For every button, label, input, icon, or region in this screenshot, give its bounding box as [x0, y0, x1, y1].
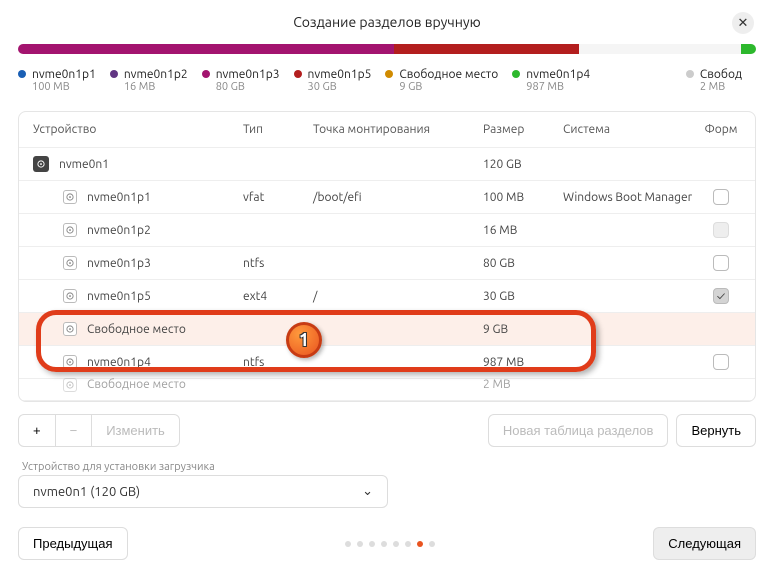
window-title: Создание разделов вручную — [293, 14, 481, 30]
fs-type: vfat — [243, 191, 313, 204]
next-button[interactable]: Следующая — [653, 527, 756, 560]
table-row[interactable]: nvme0n1p5 ext4/30 GB ✓ — [19, 280, 755, 313]
col-system: Система — [563, 123, 701, 136]
bootloader-section: Устройство для установки загрузчика nvme… — [18, 461, 756, 508]
fs-type: ntfs — [243, 257, 313, 270]
change-partition-button[interactable]: Изменить — [91, 414, 180, 447]
step-dots — [128, 541, 654, 547]
mount-point: /boot/efi — [313, 191, 483, 204]
size: 987 MB — [483, 356, 563, 369]
legend-item: nvme0n1p1100 MB — [18, 68, 110, 93]
table-header: Устройство Тип Точка монтирования Размер… — [19, 112, 755, 148]
footer: Предыдущая Следующая — [18, 527, 756, 560]
usage-segment — [579, 44, 638, 54]
size: 9 GB — [483, 323, 563, 336]
col-format: Форм — [701, 123, 741, 136]
table-row[interactable]: nvme0n1p2 16 MB — [19, 214, 755, 247]
usage-segment — [638, 44, 741, 54]
format-checkbox[interactable] — [713, 255, 729, 271]
table-row[interactable]: nvme0n1p3 ntfs 80 GB — [19, 247, 755, 280]
size: 80 GB — [483, 257, 563, 270]
bootloader-value: nvme0n1 (120 GB) — [33, 485, 140, 499]
device-name: nvme0n1 — [59, 158, 109, 171]
table-row[interactable]: nvme0n1 120 GB — [19, 148, 755, 181]
size: 30 GB — [483, 290, 563, 303]
fs-type: ext4 — [243, 290, 313, 303]
mount-point: / — [313, 290, 483, 303]
revert-button[interactable]: Вернуть — [676, 414, 756, 447]
toolbar: + − Изменить Новая таблица разделов Верн… — [18, 414, 756, 447]
col-mount: Точка монтирования — [313, 123, 483, 136]
col-device: Устройство — [33, 123, 243, 136]
device-name: nvme0n1p2 — [87, 224, 151, 237]
size: 100 MB — [483, 191, 563, 204]
device-name: Свободное место — [87, 323, 186, 336]
new-partition-table-button[interactable]: Новая таблица разделов — [488, 414, 669, 447]
bootloader-select[interactable]: nvme0n1 (120 GB) ⌄ — [18, 475, 388, 508]
legend-item: nvme0n1p216 MB — [110, 68, 202, 93]
disk-usage-bar — [18, 44, 756, 54]
legend-item: Свобод2 MB — [686, 68, 756, 93]
partition-legend: nvme0n1p1100 MBnvme0n1p216 MBnvme0n1p380… — [18, 68, 756, 93]
close-icon: ✕ — [738, 16, 749, 31]
legend-item: nvme0n1p380 GB — [202, 68, 294, 93]
partition-table: Устройство Тип Точка монтирования Размер… — [18, 111, 756, 402]
size: 16 MB — [483, 224, 563, 237]
format-checkbox[interactable] — [713, 189, 729, 205]
add-partition-button[interactable]: + — [18, 414, 56, 447]
device-name: nvme0n1p1 — [87, 191, 151, 204]
remove-partition-button[interactable]: − — [55, 414, 93, 447]
format-checkbox[interactable]: ✓ — [713, 288, 729, 304]
legend-item: nvme0n1p530 GB — [294, 68, 386, 93]
system: Windows Boot Manager — [563, 191, 701, 204]
col-size: Размер — [483, 123, 563, 136]
legend-item: Свободное место9 GB — [385, 68, 512, 93]
table-row[interactable]: Свободное место 9 GB — [19, 313, 755, 346]
bootloader-label: Устройство для установки загрузчика — [22, 461, 756, 473]
chevron-down-icon: ⌄ — [362, 484, 373, 499]
usage-segment — [394, 44, 579, 54]
col-type: Тип — [243, 123, 313, 136]
close-button[interactable]: ✕ — [732, 12, 754, 34]
fs-type: ntfs — [243, 356, 313, 369]
device-name: nvme0n1p5 — [87, 290, 151, 303]
legend-item: nvme0n1p4987 MB — [512, 68, 604, 93]
previous-button[interactable]: Предыдущая — [18, 527, 128, 560]
titlebar: Создание разделов вручную ✕ — [0, 0, 774, 44]
usage-segment — [18, 44, 394, 54]
size: 120 GB — [483, 158, 563, 171]
device-name: nvme0n1p4 — [87, 356, 151, 369]
usage-segment — [741, 44, 756, 54]
device-name: nvme0n1p3 — [87, 257, 151, 270]
table-row[interactable]: nvme0n1p1 vfat/boot/efi100 MBWindows Boot… — [19, 181, 755, 214]
format-checkbox — [713, 222, 729, 238]
